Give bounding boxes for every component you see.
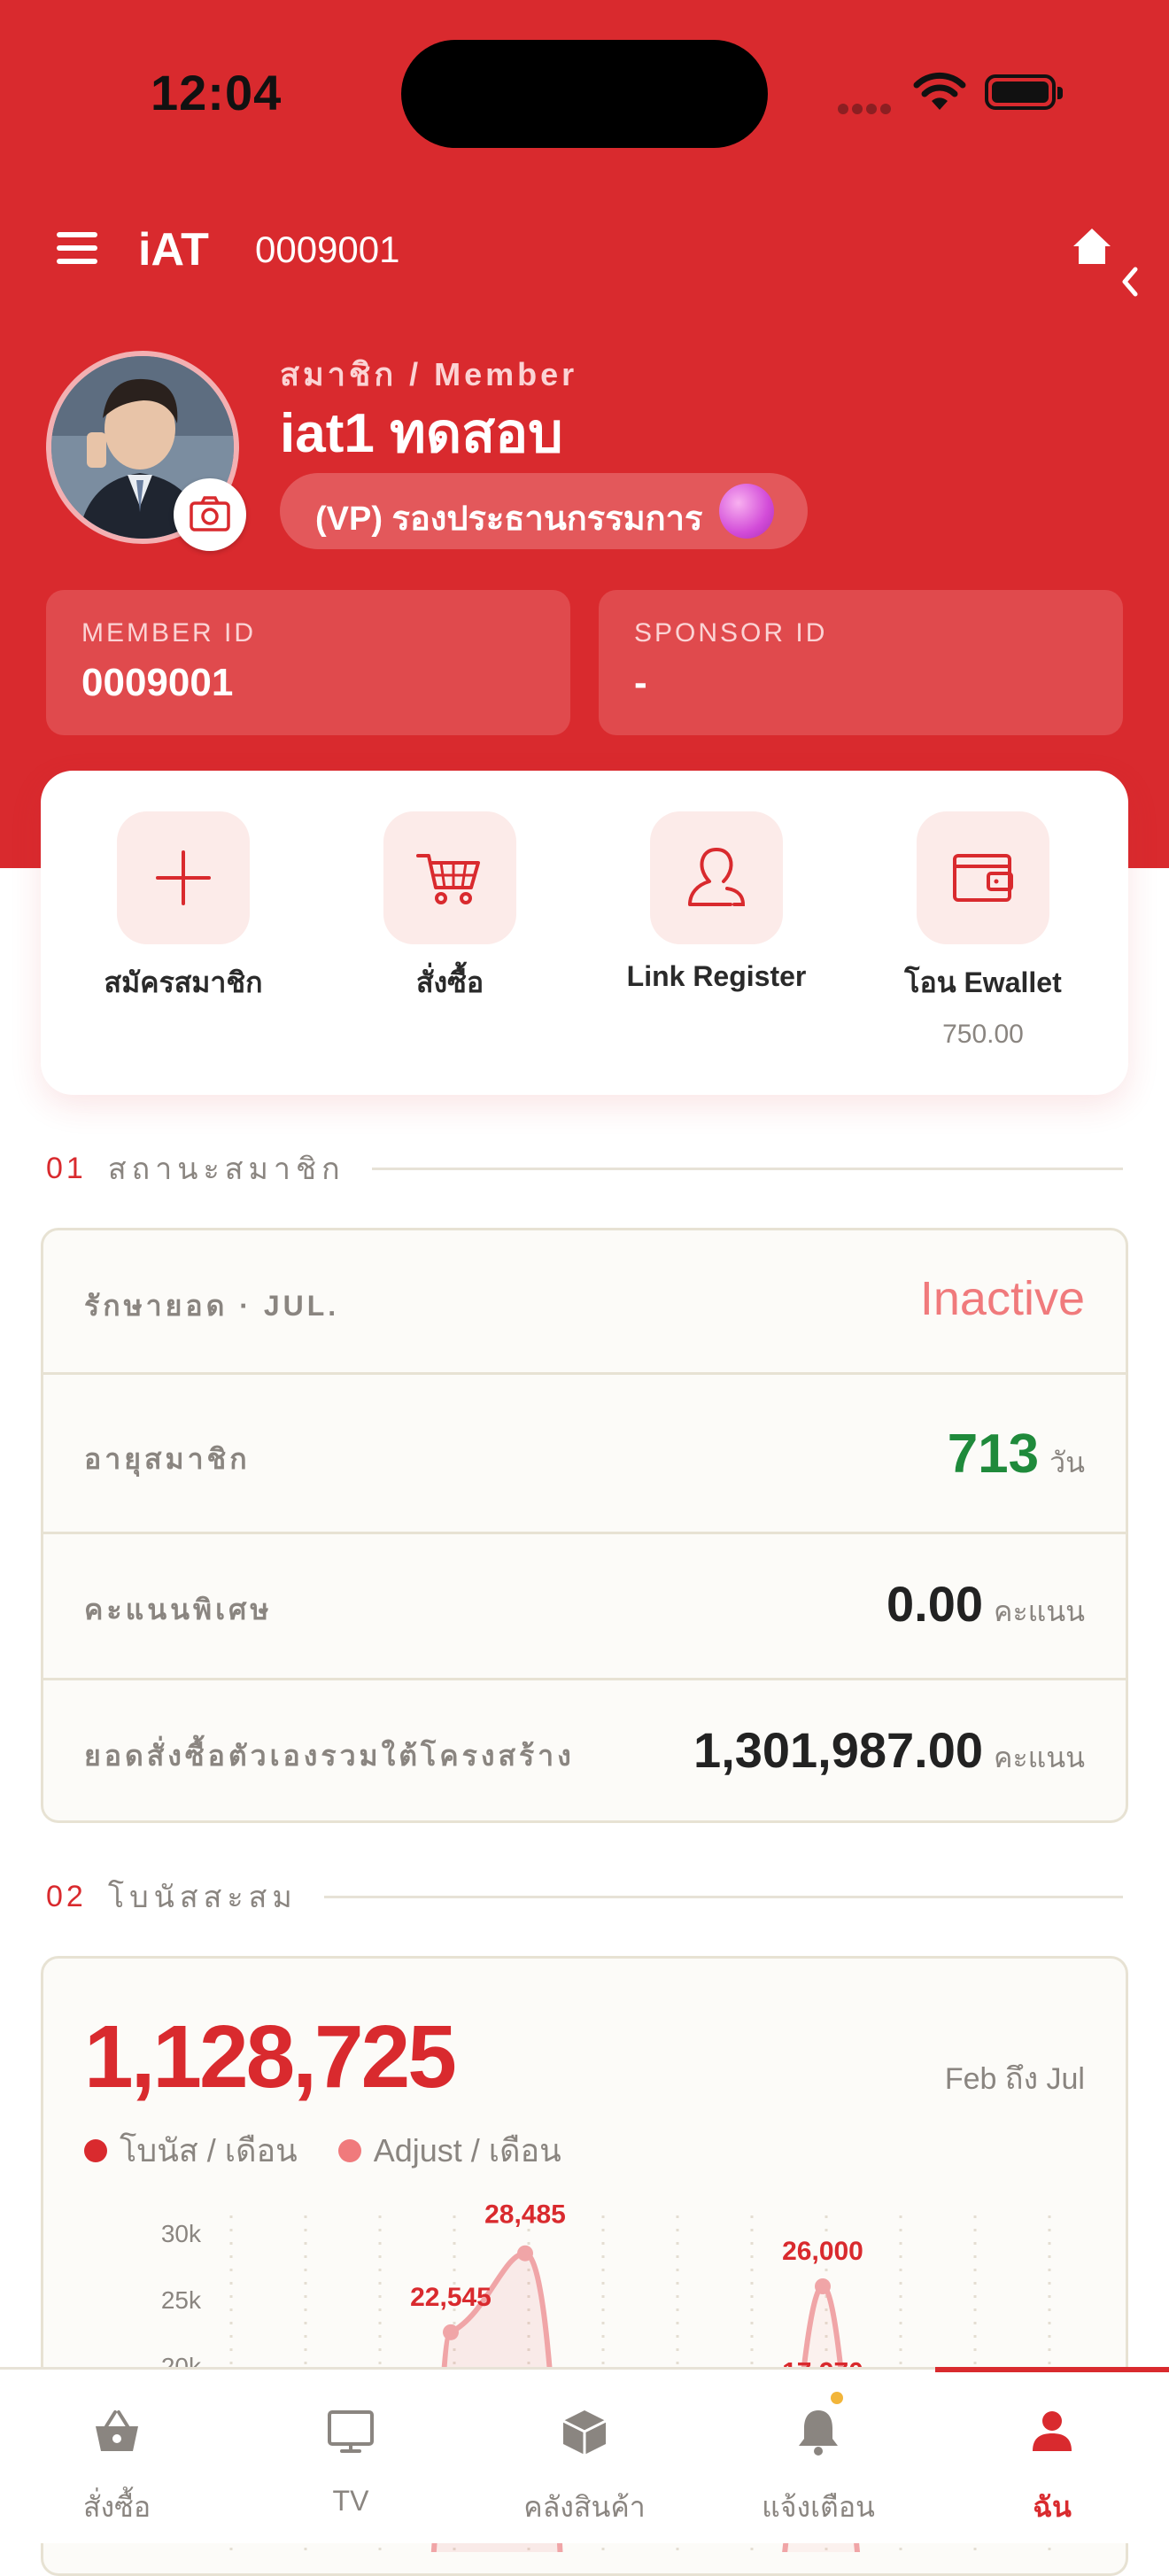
tab-label: สั่งซื้อ — [82, 2491, 151, 2523]
row-label: ยอดสั่งซื้อตัวเองรวมใต้โครงสร้าง — [84, 1740, 575, 1772]
section-title: สถานะสมาชิก — [107, 1152, 345, 1186]
bonus-total: 1,128,725 — [84, 2007, 457, 2107]
tab-inventory[interactable]: คลังสินค้า — [468, 2370, 701, 2543]
maintain-status: Inactive — [919, 1272, 1085, 1325]
home-icon[interactable] — [1070, 225, 1114, 268]
chevron-left-icon[interactable] — [1118, 266, 1142, 298]
sponsor-id-label: SPONSOR ID — [634, 618, 828, 648]
transfer-ewallet-button[interactable]: โอน Ewallet 750.00 — [850, 811, 1116, 1050]
row-value: Inactive — [920, 1271, 1085, 1326]
bottom-tab-bar: สั่งซื้อ TV คลังสินค้า แจ้งเตือน ฉัน — [0, 2367, 1169, 2543]
plus-icon — [156, 850, 211, 905]
row-value: 0.00 คะแนน — [886, 1575, 1085, 1634]
section-number: 02 — [46, 1879, 87, 1913]
special-points: 0.00 — [886, 1576, 984, 1632]
bell-icon — [799, 2410, 838, 2456]
user-link-icon — [688, 848, 746, 906]
section-title: โบนัสสะสม — [107, 1881, 298, 1914]
status-row-membership-age: อายุสมาชิก 713 วัน — [43, 1375, 1126, 1534]
sponsor-id-value: - — [634, 661, 647, 704]
tab-order[interactable]: สั่งซื้อ — [0, 2370, 234, 2543]
box-icon — [562, 2410, 607, 2455]
adjust-data-label: 26,000 — [782, 2237, 863, 2266]
signal-icon — [838, 103, 894, 119]
register-member-button[interactable]: สมัครสมาชิก — [50, 811, 316, 1005]
rank-badge: (VP) รองประธานกรรมการ — [280, 473, 808, 549]
rank-text: (VP) รองประธานกรรมการ — [315, 500, 703, 538]
person-icon — [1033, 2411, 1072, 2451]
section-divider — [323, 1895, 1123, 1898]
sponsor-id-card: SPONSOR ID - — [599, 590, 1123, 735]
bonus-date-range: Feb ถึง Jul — [944, 2062, 1085, 2096]
section-header-status: 01 สถานะสมาชิก — [46, 1146, 1123, 1191]
legend-label: Adjust / เดือน — [373, 2132, 561, 2169]
member-name: iat1 ทดสอบ — [280, 403, 563, 464]
membership-days: 713 — [947, 1424, 1040, 1485]
status-time: 12:04 — [151, 65, 283, 120]
section-header-bonus: 02 โบนัสสะสม — [46, 1874, 1123, 1919]
y-tick-label: 30k — [161, 2220, 202, 2247]
menu-button[interactable] — [57, 232, 97, 264]
header-member-code: 0009001 — [255, 229, 400, 270]
action-label: สมัครสมาชิก — [104, 966, 263, 998]
status-row-total-orders: ยอดสั่งซื้อตัวเองรวมใต้โครงสร้าง 1,301,9… — [43, 1680, 1126, 1820]
bonus-point — [443, 2324, 459, 2340]
battery-icon — [985, 74, 1063, 110]
basket-icon — [96, 2410, 138, 2451]
status-row-special-points: คะแนนพิเศษ 0.00 คะแนน — [43, 1534, 1126, 1680]
legend-dot-adjust — [337, 2138, 361, 2162]
action-label: โอน Ewallet — [904, 966, 1062, 998]
camera-icon — [190, 496, 230, 531]
tab-label: คลังสินค้า — [523, 2491, 646, 2523]
app-title: iAT — [138, 224, 209, 275]
unit-label: คะแนน — [994, 1742, 1085, 1773]
row-label: คะแนนพิเศษ — [84, 1594, 273, 1626]
member-id-value: 0009001 — [81, 661, 234, 704]
bonus-data-label: 28,485 — [484, 2200, 566, 2230]
bonus-data-label: 22,545 — [410, 2283, 492, 2312]
legend-item-adjust: Adjust / เดือน — [337, 2125, 561, 2176]
wallet-icon — [953, 854, 1013, 902]
bonus-point — [517, 2245, 533, 2262]
rank-gem-icon — [719, 484, 774, 539]
notification-badge — [831, 2392, 843, 2404]
unit-label: วัน — [1049, 1447, 1085, 1478]
tab-label: แจ้งเตือน — [762, 2491, 875, 2523]
legend-item-bonus: โบนัส / เดือน — [84, 2125, 298, 2176]
action-label: สั่งซื้อ — [415, 966, 484, 998]
dynamic-island — [401, 40, 768, 148]
chart-legend: โบนัส / เดือน Adjust / เดือน — [84, 2125, 602, 2176]
link-register-button[interactable]: Link Register — [584, 811, 849, 993]
adjust-point — [815, 2278, 831, 2294]
status-row-maintain: รักษายอด · JUL. Inactive — [43, 1230, 1126, 1375]
ewallet-balance: 750.00 — [942, 1020, 1024, 1049]
legend-dot-bonus — [84, 2138, 107, 2162]
change-photo-button[interactable] — [174, 478, 246, 551]
tab-label: TV — [332, 2485, 369, 2517]
tab-tv[interactable]: TV — [234, 2370, 468, 2543]
row-label: อายุสมาชิก — [84, 1443, 251, 1475]
tab-notifications[interactable]: แจ้งเตือน — [701, 2370, 935, 2543]
quick-actions: สมัครสมาชิก สั่งซื้อ Link Register โอน E… — [41, 771, 1128, 1095]
tv-icon — [328, 2410, 374, 2453]
y-tick-label: 25k — [161, 2286, 202, 2314]
row-value: 1,301,987.00 คะแนน — [693, 1721, 1085, 1781]
legend-label: โบนัส / เดือน — [120, 2132, 298, 2169]
cart-icon — [416, 854, 480, 904]
member-id-label: MEMBER ID — [81, 618, 257, 648]
section-number: 01 — [46, 1151, 87, 1185]
tab-label: ฉัน — [1033, 2491, 1072, 2523]
order-button[interactable]: สั่งซื้อ — [317, 811, 583, 1005]
wifi-icon — [913, 72, 966, 110]
action-label: Link Register — [626, 960, 807, 992]
section-divider — [371, 1167, 1123, 1170]
member-id-card: MEMBER ID 0009001 — [46, 590, 570, 735]
tab-me[interactable]: ฉัน — [935, 2370, 1169, 2543]
unit-label: คะแนน — [994, 1595, 1085, 1627]
member-status-card: รักษายอด · JUL. Inactive อายุสมาชิก 713 ว… — [41, 1228, 1128, 1823]
total-orders: 1,301,987.00 — [693, 1722, 984, 1778]
row-label: รักษายอด · JUL. — [84, 1290, 340, 1322]
row-value: 713 วัน — [948, 1423, 1085, 1486]
